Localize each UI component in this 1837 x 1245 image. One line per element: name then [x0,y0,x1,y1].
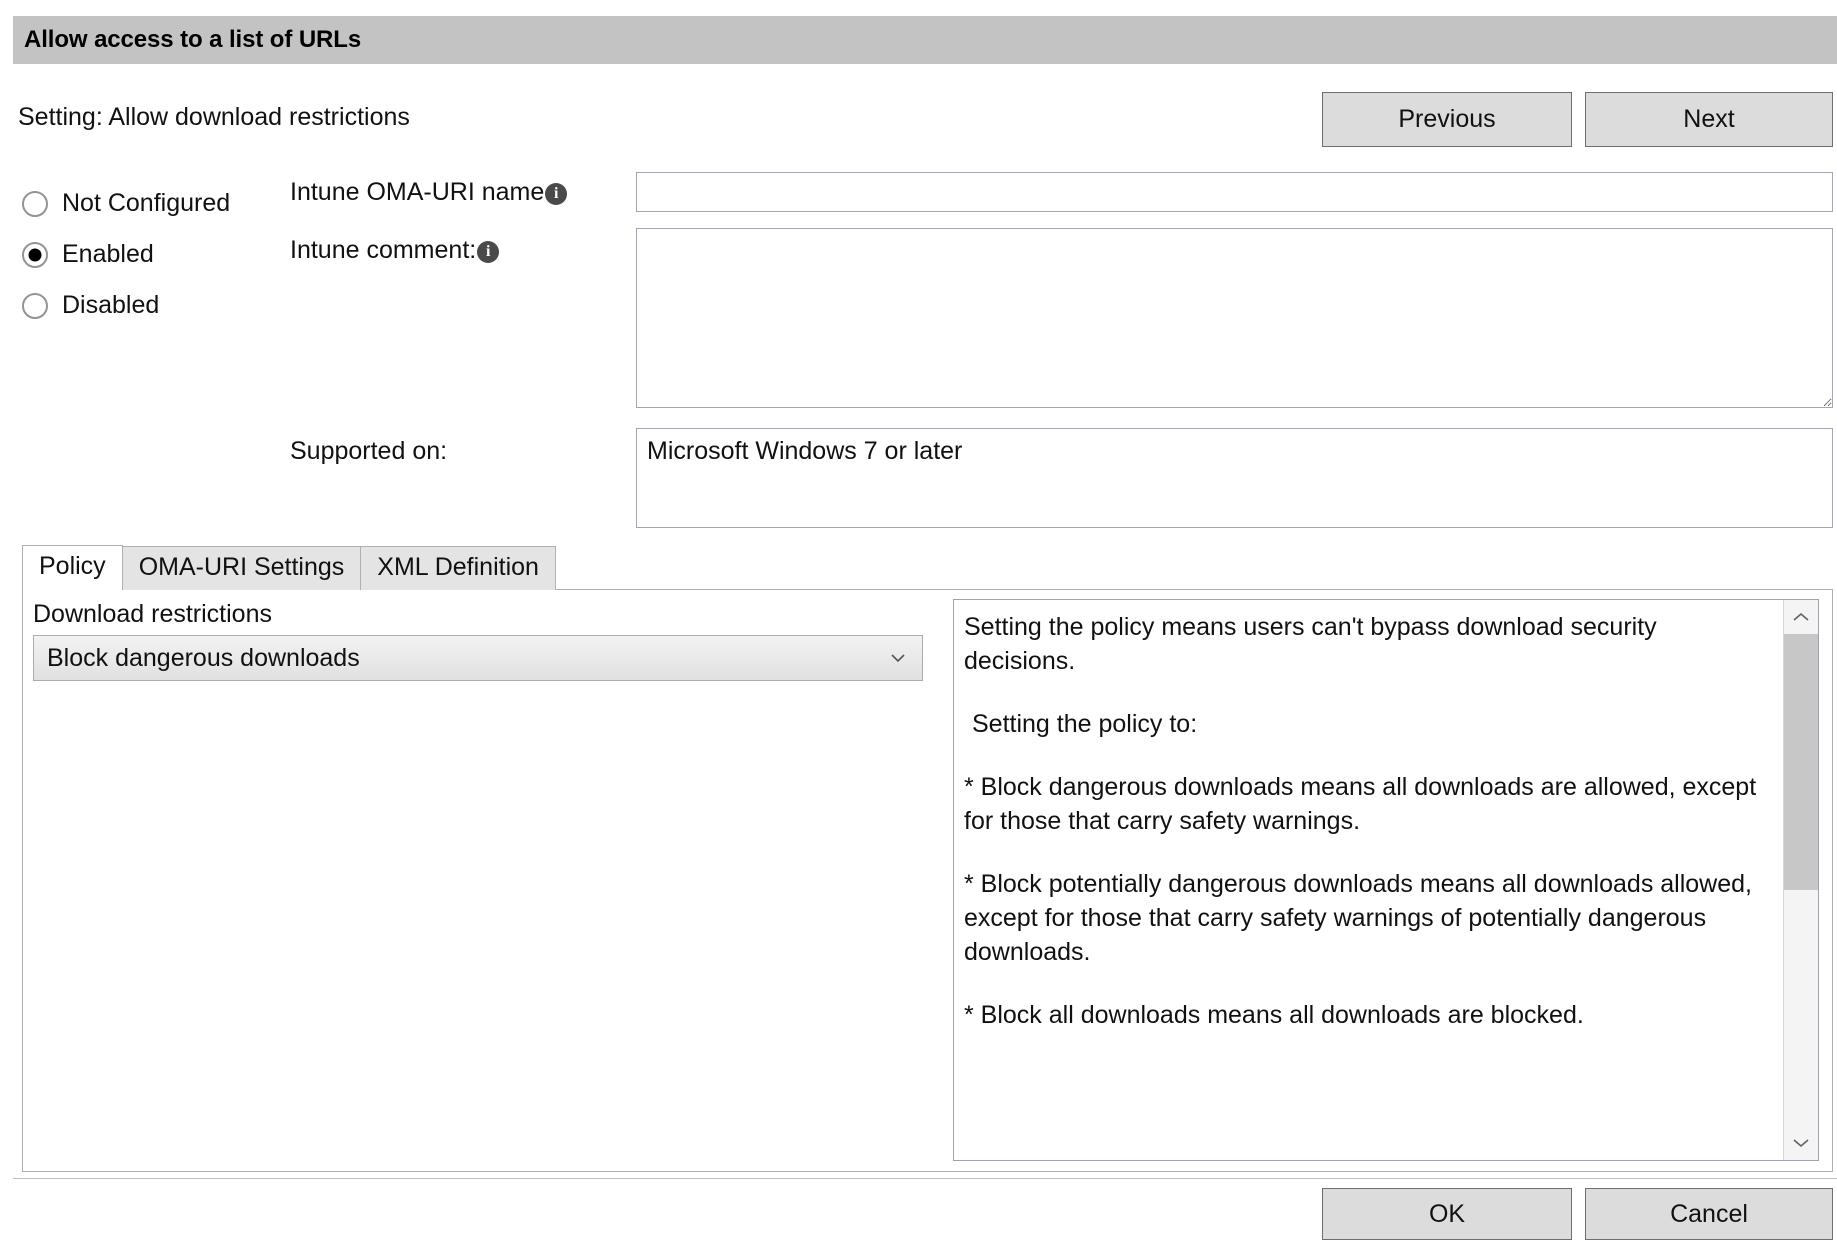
omauri-name-label: Intune OMA-URI name i [290,178,567,207]
radio-circle-icon[interactable] [22,293,48,319]
ok-button[interactable]: OK [1322,1188,1572,1240]
download-restrictions-dropdown[interactable]: Block dangerous downloads [33,635,923,681]
omauri-name-label-text: Intune OMA-URI name [290,178,544,207]
supported-on-value: Microsoft Windows 7 or later [636,428,1833,528]
radio-circle-selected-icon[interactable] [22,242,48,268]
policy-help-panel: Setting the policy means users can't byp… [953,599,1819,1161]
radio-not-configured-label: Not Configured [62,189,230,218]
scroll-up-icon[interactable] [1784,600,1818,634]
scrollbar-thumb[interactable] [1784,634,1818,890]
radio-not-configured[interactable]: Not Configured [22,178,302,229]
policy-state-radio-group: Not Configured Enabled Disabled [22,178,302,331]
policy-help-text: Setting the policy means users can't byp… [954,600,1783,1160]
omauri-name-input[interactable] [636,172,1833,212]
intune-comment-label-text: Intune comment: [290,236,476,265]
radio-circle-icon[interactable] [22,191,48,217]
info-icon[interactable]: i [545,183,567,205]
tab-oma-uri-settings[interactable]: OMA-URI Settings [122,546,362,590]
supported-on-label: Supported on: [290,437,447,466]
policy-tab-panel: Download restrictions Block dangerous do… [22,589,1833,1172]
radio-disabled-label: Disabled [62,291,159,320]
tab-policy[interactable]: Policy [22,545,123,590]
footer-separator [13,1178,1837,1179]
next-button[interactable]: Next [1585,92,1833,147]
download-restrictions-selected-value: Block dangerous downloads [34,644,360,673]
dialog-title-bar: Allow access to a list of URLs [13,16,1837,64]
info-icon[interactable]: i [477,241,499,263]
policy-settings-pane: Download restrictions Block dangerous do… [33,600,938,681]
chevron-down-icon[interactable] [890,650,906,666]
setting-name-label: Setting: Allow download restrictions [18,103,410,132]
help-paragraph: * Block potentially dangerous downloads … [964,867,1771,969]
tab-xml-definition[interactable]: XML Definition [360,546,556,590]
intune-comment-input[interactable] [636,228,1833,408]
help-paragraph: Setting the policy means users can't byp… [964,610,1771,678]
radio-enabled[interactable]: Enabled [22,229,302,280]
scroll-down-icon[interactable] [1784,1126,1818,1160]
help-panel-scrollbar[interactable] [1783,600,1818,1160]
help-paragraph: * Block all downloads means all download… [964,998,1771,1032]
intune-comment-label: Intune comment: i [290,236,499,265]
radio-disabled[interactable]: Disabled [22,280,302,331]
page-title: Allow access to a list of URLs [13,26,361,54]
radio-enabled-label: Enabled [62,240,154,269]
help-paragraph: Setting the policy to: [964,707,1771,741]
help-paragraph: * Block dangerous downloads means all do… [964,770,1771,838]
download-restrictions-label: Download restrictions [33,600,938,629]
tab-strip: Policy OMA-URI Settings XML Definition [22,545,555,590]
previous-button[interactable]: Previous [1322,92,1572,147]
cancel-button[interactable]: Cancel [1585,1188,1833,1240]
